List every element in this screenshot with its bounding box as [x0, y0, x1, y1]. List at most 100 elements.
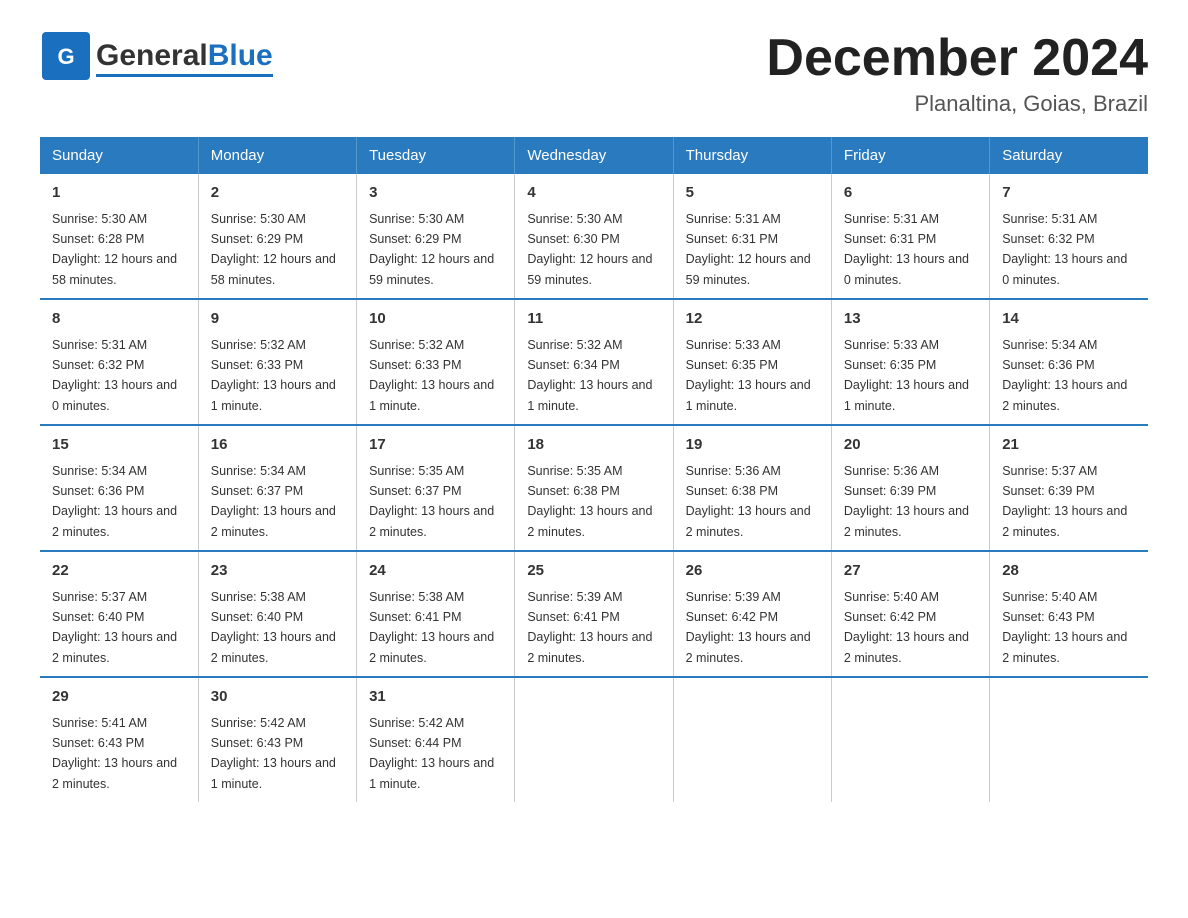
calendar-week-row: 15 Sunrise: 5:34 AMSunset: 6:36 PMDayligh… — [40, 425, 1148, 551]
calendar-week-row: 22 Sunrise: 5:37 AMSunset: 6:40 PMDayligh… — [40, 551, 1148, 677]
day-info: Sunrise: 5:31 AMSunset: 6:32 PMDaylight:… — [52, 338, 177, 413]
day-info: Sunrise: 5:32 AMSunset: 6:34 PMDaylight:… — [527, 338, 652, 413]
day-number: 19 — [686, 434, 819, 457]
day-number: 14 — [1002, 308, 1136, 331]
calendar-cell: 17 Sunrise: 5:35 AMSunset: 6:37 PMDayligh… — [357, 425, 515, 551]
day-number: 28 — [1002, 560, 1136, 583]
calendar-cell: 12 Sunrise: 5:33 AMSunset: 6:35 PMDayligh… — [673, 299, 831, 425]
weekday-header: Saturday — [990, 137, 1148, 174]
calendar-cell — [515, 677, 673, 802]
day-info: Sunrise: 5:30 AMSunset: 6:29 PMDaylight:… — [369, 212, 494, 287]
weekday-header: Tuesday — [357, 137, 515, 174]
calendar-cell — [673, 677, 831, 802]
calendar-cell: 23Sunrise: 5:38 AMSunset: 6:40 PMDayligh… — [198, 551, 356, 677]
day-number: 10 — [369, 308, 502, 331]
day-number: 16 — [211, 434, 344, 457]
day-info: Sunrise: 5:30 AMSunset: 6:29 PMDaylight:… — [211, 212, 336, 287]
day-number: 3 — [369, 182, 502, 205]
title-section: December 2024 Planaltina, Goias, Brazil — [766, 30, 1148, 117]
day-info: Sunrise: 5:31 AMSunset: 6:32 PMDaylight:… — [1002, 212, 1127, 287]
day-info: Sunrise: 5:39 AMSunset: 6:42 PMDaylight:… — [686, 590, 811, 665]
day-info: Sunrise: 5:37 AMSunset: 6:40 PMDaylight:… — [52, 590, 177, 665]
day-number: 8 — [52, 308, 186, 331]
day-number: 15 — [52, 434, 186, 457]
logo-full: G GeneralBlue — [40, 30, 273, 87]
calendar-cell: 20Sunrise: 5:36 AMSunset: 6:39 PMDayligh… — [831, 425, 989, 551]
day-info: Sunrise: 5:30 AMSunset: 6:30 PMDaylight:… — [527, 212, 652, 287]
calendar-cell: 28 Sunrise: 5:40 AMSunset: 6:43 PMDayligh… — [990, 551, 1148, 677]
day-number: 22 — [52, 560, 186, 583]
calendar-cell: 15 Sunrise: 5:34 AMSunset: 6:36 PMDayligh… — [40, 425, 198, 551]
calendar-cell: 5Sunrise: 5:31 AMSunset: 6:31 PMDaylight… — [673, 174, 831, 299]
calendar-cell: 18Sunrise: 5:35 AMSunset: 6:38 PMDayligh… — [515, 425, 673, 551]
day-info: Sunrise: 5:41 AMSunset: 6:43 PMDaylight:… — [52, 716, 177, 791]
main-title: December 2024 — [766, 30, 1148, 87]
calendar-week-row: 29 Sunrise: 5:41 AMSunset: 6:43 PMDayligh… — [40, 677, 1148, 802]
calendar-cell: 2 Sunrise: 5:30 AMSunset: 6:29 PMDaylight… — [198, 174, 356, 299]
day-number: 25 — [527, 560, 660, 583]
subtitle: Planaltina, Goias, Brazil — [766, 91, 1148, 117]
weekday-header: Sunday — [40, 137, 198, 174]
page-header: G GeneralBlue December 2024 Planaltina, … — [40, 30, 1148, 117]
calendar-cell: 1 Sunrise: 5:30 AMSunset: 6:28 PMDaylight… — [40, 174, 198, 299]
day-number: 21 — [1002, 434, 1136, 457]
day-info: Sunrise: 5:40 AMSunset: 6:42 PMDaylight:… — [844, 590, 969, 665]
calendar-cell: 31 Sunrise: 5:42 AMSunset: 6:44 PMDayligh… — [357, 677, 515, 802]
weekday-header: Wednesday — [515, 137, 673, 174]
calendar-cell: 11Sunrise: 5:32 AMSunset: 6:34 PMDayligh… — [515, 299, 673, 425]
weekday-header: Thursday — [673, 137, 831, 174]
weekday-header: Friday — [831, 137, 989, 174]
calendar-cell: 29 Sunrise: 5:41 AMSunset: 6:43 PMDayligh… — [40, 677, 198, 802]
logo-icon: G — [40, 30, 92, 82]
logo: G GeneralBlue — [40, 30, 273, 87]
calendar-cell: 24 Sunrise: 5:38 AMSunset: 6:41 PMDayligh… — [357, 551, 515, 677]
day-info: Sunrise: 5:40 AMSunset: 6:43 PMDaylight:… — [1002, 590, 1127, 665]
weekday-header: Monday — [198, 137, 356, 174]
svg-text:G: G — [57, 44, 74, 69]
calendar-cell: 9 Sunrise: 5:32 AMSunset: 6:33 PMDaylight… — [198, 299, 356, 425]
day-number: 31 — [369, 686, 502, 709]
day-number: 12 — [686, 308, 819, 331]
calendar-week-row: 8 Sunrise: 5:31 AMSunset: 6:32 PMDaylight… — [40, 299, 1148, 425]
day-number: 23 — [211, 560, 344, 583]
day-number: 1 — [52, 182, 186, 205]
day-number: 29 — [52, 686, 186, 709]
day-info: Sunrise: 5:32 AMSunset: 6:33 PMDaylight:… — [211, 338, 336, 413]
day-number: 2 — [211, 182, 344, 205]
day-info: Sunrise: 5:33 AMSunset: 6:35 PMDaylight:… — [686, 338, 811, 413]
calendar-cell: 16 Sunrise: 5:34 AMSunset: 6:37 PMDayligh… — [198, 425, 356, 551]
day-info: Sunrise: 5:39 AMSunset: 6:41 PMDaylight:… — [527, 590, 652, 665]
day-info: Sunrise: 5:34 AMSunset: 6:36 PMDaylight:… — [1002, 338, 1127, 413]
day-info: Sunrise: 5:33 AMSunset: 6:35 PMDaylight:… — [844, 338, 969, 413]
calendar-week-row: 1 Sunrise: 5:30 AMSunset: 6:28 PMDaylight… — [40, 174, 1148, 299]
calendar-cell: 19Sunrise: 5:36 AMSunset: 6:38 PMDayligh… — [673, 425, 831, 551]
day-info: Sunrise: 5:31 AMSunset: 6:31 PMDaylight:… — [686, 212, 811, 287]
day-info: Sunrise: 5:38 AMSunset: 6:41 PMDaylight:… — [369, 590, 494, 665]
day-info: Sunrise: 5:35 AMSunset: 6:37 PMDaylight:… — [369, 464, 494, 539]
day-number: 13 — [844, 308, 977, 331]
day-info: Sunrise: 5:37 AMSunset: 6:39 PMDaylight:… — [1002, 464, 1127, 539]
calendar-cell: 22 Sunrise: 5:37 AMSunset: 6:40 PMDayligh… — [40, 551, 198, 677]
logo-underline — [96, 74, 273, 77]
day-number: 17 — [369, 434, 502, 457]
day-info: Sunrise: 5:34 AMSunset: 6:36 PMDaylight:… — [52, 464, 177, 539]
calendar-header-row: SundayMondayTuesdayWednesdayThursdayFrid… — [40, 137, 1148, 174]
calendar-cell: 4 Sunrise: 5:30 AMSunset: 6:30 PMDaylight… — [515, 174, 673, 299]
day-info: Sunrise: 5:34 AMSunset: 6:37 PMDaylight:… — [211, 464, 336, 539]
day-info: Sunrise: 5:42 AMSunset: 6:44 PMDaylight:… — [369, 716, 494, 791]
day-number: 20 — [844, 434, 977, 457]
day-info: Sunrise: 5:32 AMSunset: 6:33 PMDaylight:… — [369, 338, 494, 413]
calendar-cell: 25 Sunrise: 5:39 AMSunset: 6:41 PMDayligh… — [515, 551, 673, 677]
calendar-table: SundayMondayTuesdayWednesdayThursdayFrid… — [40, 137, 1148, 802]
day-number: 24 — [369, 560, 502, 583]
day-number: 4 — [527, 182, 660, 205]
day-number: 27 — [844, 560, 977, 583]
day-info: Sunrise: 5:35 AMSunset: 6:38 PMDaylight:… — [527, 464, 652, 539]
day-number: 7 — [1002, 182, 1136, 205]
day-number: 9 — [211, 308, 344, 331]
calendar-cell: 3 Sunrise: 5:30 AMSunset: 6:29 PMDaylight… — [357, 174, 515, 299]
logo-text: GeneralBlue — [96, 41, 273, 71]
day-info: Sunrise: 5:30 AMSunset: 6:28 PMDaylight:… — [52, 212, 177, 287]
calendar-cell: 7 Sunrise: 5:31 AMSunset: 6:32 PMDaylight… — [990, 174, 1148, 299]
calendar-cell — [831, 677, 989, 802]
